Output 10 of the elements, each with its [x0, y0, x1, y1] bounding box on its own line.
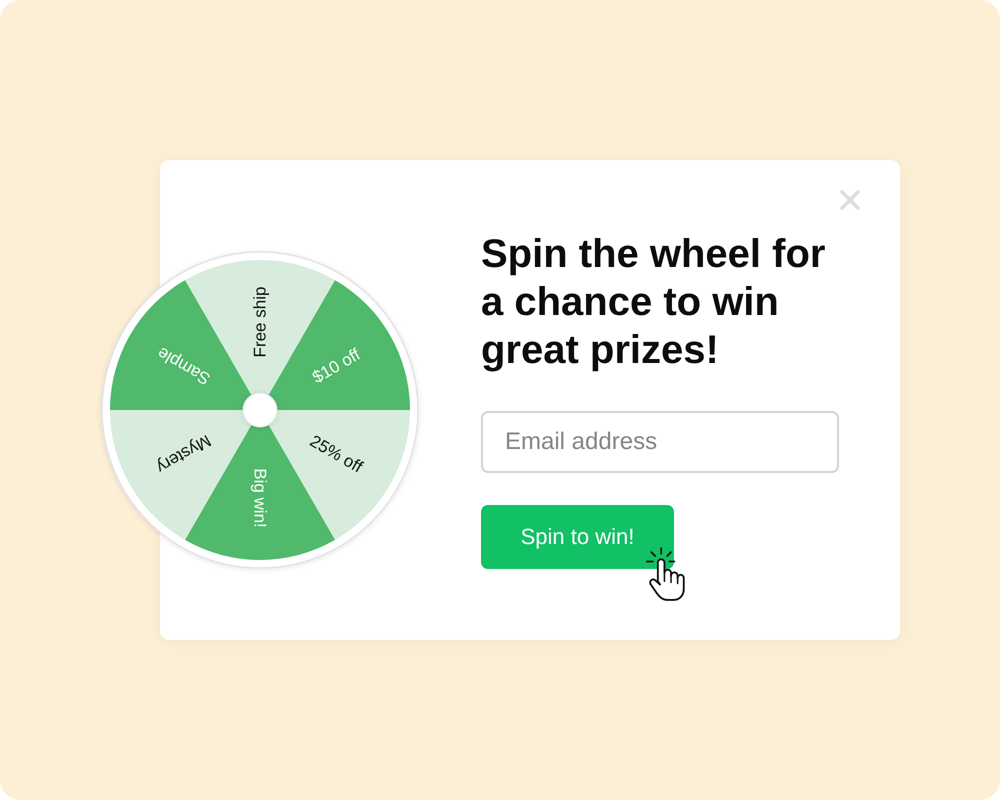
- popup-heading: Spin the wheel for a chance to win great prizes!: [481, 231, 826, 374]
- segment-label: 25% off: [306, 431, 366, 477]
- segment-label: Big win!: [250, 468, 270, 528]
- email-field[interactable]: Email address: [481, 411, 839, 473]
- close-icon[interactable]: [840, 190, 860, 210]
- segment-label: $10 off: [309, 344, 364, 388]
- pointer-hand-icon: [643, 545, 687, 601]
- segment-label: Free ship: [250, 286, 270, 358]
- spin-button[interactable]: Spin to win!: [481, 505, 674, 569]
- wheel-hub: [242, 392, 278, 428]
